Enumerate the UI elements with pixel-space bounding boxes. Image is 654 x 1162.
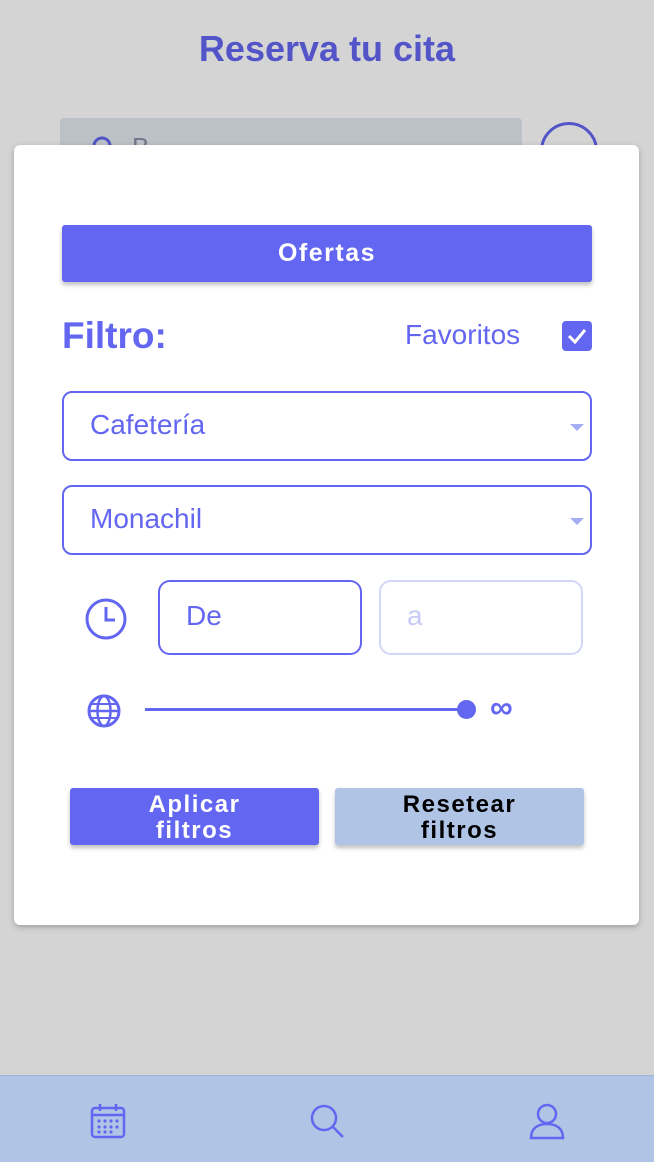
infinity-label: ∞	[490, 689, 513, 725]
distance-slider-thumb[interactable]	[457, 700, 476, 719]
time-to-input[interactable]: a	[379, 580, 583, 655]
chevron-down-icon	[570, 424, 584, 431]
favorites-checkbox[interactable]	[562, 321, 592, 351]
location-select-value: Monachil	[90, 503, 203, 534]
filter-modal: Ofertas Filtro: Favoritos Cafetería Mona…	[14, 145, 639, 925]
category-select-value: Cafetería	[90, 409, 206, 440]
location-select[interactable]: Monachil	[62, 485, 592, 555]
globe-icon	[86, 693, 122, 734]
time-to-placeholder: a	[407, 600, 423, 631]
search-icon[interactable]	[308, 1102, 348, 1142]
reset-filters-button[interactable]: Resetear filtros	[335, 788, 584, 845]
category-select[interactable]: Cafetería	[62, 391, 592, 461]
bottom-nav	[0, 1075, 654, 1162]
time-from-input[interactable]: De	[158, 580, 362, 655]
clock-icon	[84, 597, 128, 646]
apply-filters-button[interactable]: Aplicar filtros	[70, 788, 319, 845]
calendar-icon[interactable]	[89, 1102, 129, 1142]
favorites-label: Favoritos	[405, 319, 521, 350]
time-from-value: De	[186, 600, 222, 631]
user-icon[interactable]	[528, 1102, 568, 1142]
checkmark-icon	[567, 329, 587, 345]
offers-button[interactable]: Ofertas	[62, 225, 592, 282]
distance-slider-track[interactable]	[145, 708, 465, 711]
chevron-down-icon	[570, 518, 584, 525]
filter-label: Filtro:	[62, 315, 167, 356]
